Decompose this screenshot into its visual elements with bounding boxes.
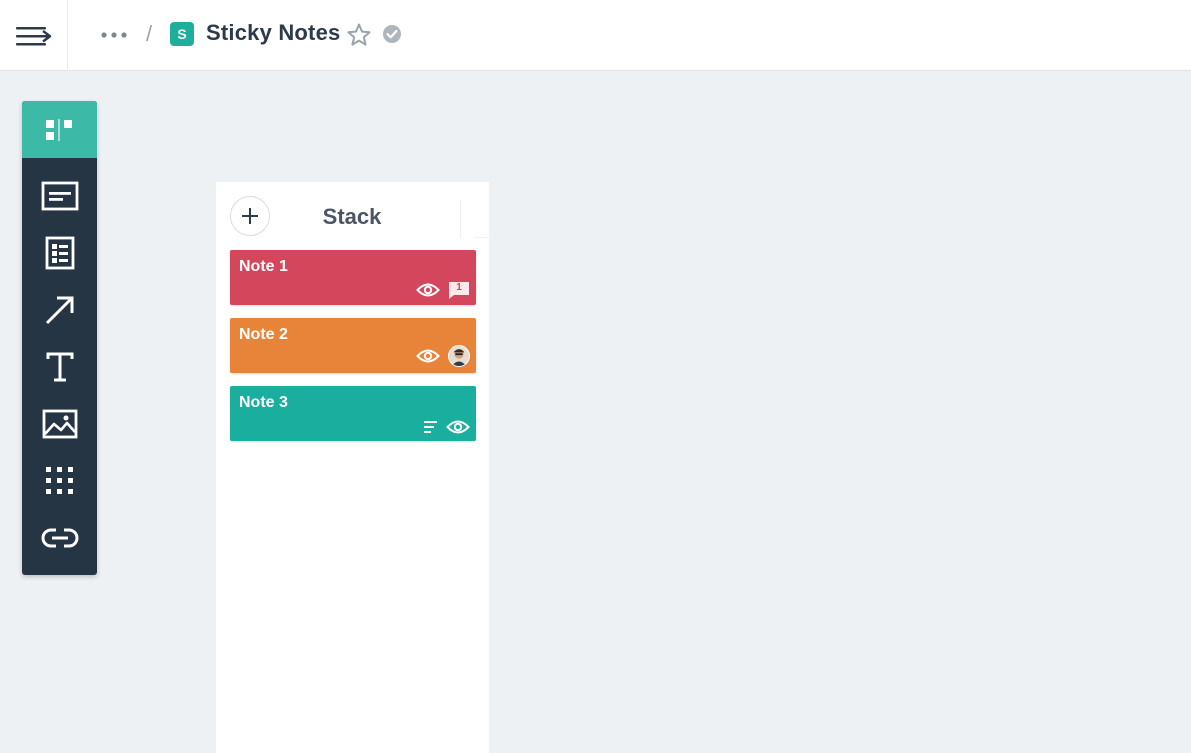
breadcrumb-separator: / bbox=[146, 21, 153, 46]
star-icon[interactable] bbox=[346, 22, 372, 48]
tool-link[interactable] bbox=[22, 509, 97, 566]
note-title: Note 1 bbox=[239, 258, 288, 275]
verified-check-icon bbox=[383, 25, 401, 43]
add-note-button[interactable] bbox=[230, 196, 270, 236]
comment-icon[interactable]: 1 bbox=[448, 281, 470, 299]
grid-icon bbox=[45, 466, 73, 494]
avatar[interactable] bbox=[448, 345, 470, 367]
note-card[interactable]: Note 3 bbox=[230, 386, 476, 441]
column-divider bbox=[474, 237, 489, 238]
tool-arrow[interactable] bbox=[22, 281, 97, 338]
list-icon bbox=[45, 236, 74, 269]
more-horizontal-icon bbox=[101, 32, 127, 38]
note-card[interactable]: Note 2 bbox=[230, 318, 476, 373]
column-stack: Stack Note 1 1 Note 2 Note 3 bbox=[216, 182, 489, 753]
comment-count: 1 bbox=[456, 282, 462, 293]
menu-arrow-icon bbox=[15, 26, 51, 45]
menu-toggle-button[interactable] bbox=[0, 0, 68, 71]
tools-toolbar bbox=[22, 101, 97, 575]
more-breadcrumb-button[interactable] bbox=[100, 26, 128, 44]
image-icon bbox=[42, 409, 77, 438]
top-bar: / S Sticky Notes bbox=[0, 0, 1191, 71]
board-badge: S bbox=[170, 22, 194, 46]
column-resize-handle[interactable] bbox=[460, 200, 474, 238]
column-title[interactable]: Stack bbox=[296, 204, 408, 230]
note-card[interactable]: Note 1 1 bbox=[230, 250, 476, 305]
tool-text[interactable] bbox=[22, 338, 97, 395]
arrow-icon bbox=[45, 296, 73, 324]
tool-list[interactable] bbox=[22, 224, 97, 281]
tool-image[interactable] bbox=[22, 395, 97, 452]
note-title: Note 2 bbox=[239, 326, 288, 343]
link-icon bbox=[41, 528, 78, 547]
card-icon bbox=[41, 181, 78, 210]
board-column-icon bbox=[45, 118, 72, 141]
tool-grid[interactable] bbox=[22, 452, 97, 509]
tool-card[interactable] bbox=[22, 167, 97, 224]
eye-icon[interactable] bbox=[416, 348, 440, 364]
note-title: Note 3 bbox=[239, 394, 288, 411]
description-icon bbox=[424, 421, 438, 433]
page-title[interactable]: Sticky Notes bbox=[206, 20, 340, 46]
eye-icon[interactable] bbox=[416, 282, 440, 298]
plus-icon bbox=[242, 208, 258, 224]
tool-column[interactable] bbox=[22, 101, 97, 158]
text-icon bbox=[46, 352, 73, 381]
eye-icon[interactable] bbox=[446, 419, 470, 435]
